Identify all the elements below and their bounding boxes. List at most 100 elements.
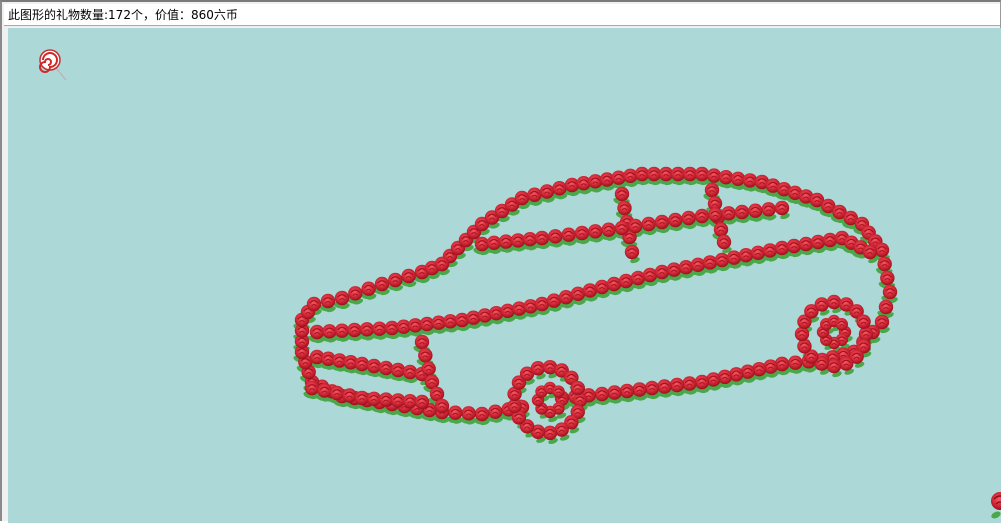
rose xyxy=(434,398,450,414)
rose xyxy=(694,208,710,224)
rose xyxy=(601,222,616,237)
rose xyxy=(354,356,370,372)
rose xyxy=(624,244,640,260)
rose xyxy=(317,383,332,398)
rose xyxy=(618,273,634,289)
rose xyxy=(361,281,376,296)
rose xyxy=(788,355,803,370)
rose xyxy=(644,380,660,396)
rose xyxy=(704,182,720,198)
rose xyxy=(594,279,610,295)
rose xyxy=(822,232,838,248)
rose xyxy=(309,324,325,340)
rose xyxy=(882,284,898,300)
gift-info-bar: 此图形的礼物数量:172个，价值：860六币 xyxy=(4,4,1000,26)
rose xyxy=(878,299,894,315)
rose xyxy=(402,364,418,380)
rose xyxy=(334,290,350,306)
rose xyxy=(726,250,742,265)
rose xyxy=(654,214,670,230)
rose xyxy=(561,227,576,242)
rose xyxy=(810,234,826,250)
rose xyxy=(606,276,622,292)
rose xyxy=(614,186,630,202)
rose xyxy=(347,322,362,338)
rose xyxy=(342,388,357,403)
rose xyxy=(474,406,490,422)
rose xyxy=(348,286,363,301)
rose xyxy=(694,374,710,390)
rose xyxy=(514,190,530,206)
rose xyxy=(552,385,565,398)
rose xyxy=(681,210,696,226)
rose xyxy=(738,248,754,263)
rose xyxy=(617,200,632,216)
rose xyxy=(378,360,394,376)
rose xyxy=(708,207,723,222)
rose xyxy=(570,380,585,396)
rose xyxy=(461,406,476,421)
rose xyxy=(750,245,766,260)
drawing-canvas[interactable] xyxy=(8,28,1001,523)
rose xyxy=(418,348,433,363)
rose xyxy=(414,394,430,410)
rose xyxy=(334,323,350,338)
rose xyxy=(762,243,778,258)
rose xyxy=(856,314,871,329)
rose xyxy=(534,230,550,246)
rose-drawing xyxy=(39,49,1001,519)
rose xyxy=(880,270,895,286)
rose xyxy=(488,404,503,419)
rose xyxy=(814,297,829,312)
rose xyxy=(714,252,730,268)
rose xyxy=(748,203,763,218)
rose xyxy=(761,202,776,217)
rose xyxy=(304,380,320,396)
rose xyxy=(839,356,854,371)
rose xyxy=(702,255,718,270)
lollipop-icon[interactable] xyxy=(39,49,67,81)
rose xyxy=(713,222,729,237)
rose xyxy=(619,383,635,399)
rose xyxy=(786,238,802,254)
rose xyxy=(678,260,694,275)
rose xyxy=(654,264,670,280)
rose xyxy=(657,379,672,394)
rose xyxy=(798,236,814,252)
rose xyxy=(594,386,610,402)
rose xyxy=(329,385,345,401)
rose xyxy=(614,220,630,236)
rose xyxy=(721,206,736,221)
rose xyxy=(641,216,656,232)
rose xyxy=(642,267,658,283)
rose xyxy=(774,200,790,216)
rose xyxy=(366,358,382,374)
rose xyxy=(874,242,890,258)
rose xyxy=(628,218,643,234)
rose xyxy=(527,187,542,202)
rose xyxy=(552,181,567,196)
rose xyxy=(574,225,590,241)
rose xyxy=(632,382,647,397)
rose xyxy=(421,361,436,376)
rose xyxy=(539,184,555,199)
rose xyxy=(322,324,337,339)
rose xyxy=(548,229,563,244)
rose xyxy=(682,376,697,391)
rose xyxy=(690,257,706,272)
rose xyxy=(572,392,588,408)
rose xyxy=(862,244,878,260)
rose xyxy=(414,334,430,350)
rose xyxy=(448,405,463,420)
rose xyxy=(359,322,375,337)
rose xyxy=(434,256,450,272)
rose xyxy=(797,339,812,354)
rose xyxy=(774,240,790,256)
gift-info-text: 此图形的礼物数量:172个，价值：860六币 xyxy=(8,8,238,22)
rose xyxy=(668,212,683,228)
rose xyxy=(794,326,810,342)
rose xyxy=(588,224,603,239)
rose xyxy=(372,321,387,336)
rose xyxy=(826,294,842,310)
rose xyxy=(734,204,750,220)
